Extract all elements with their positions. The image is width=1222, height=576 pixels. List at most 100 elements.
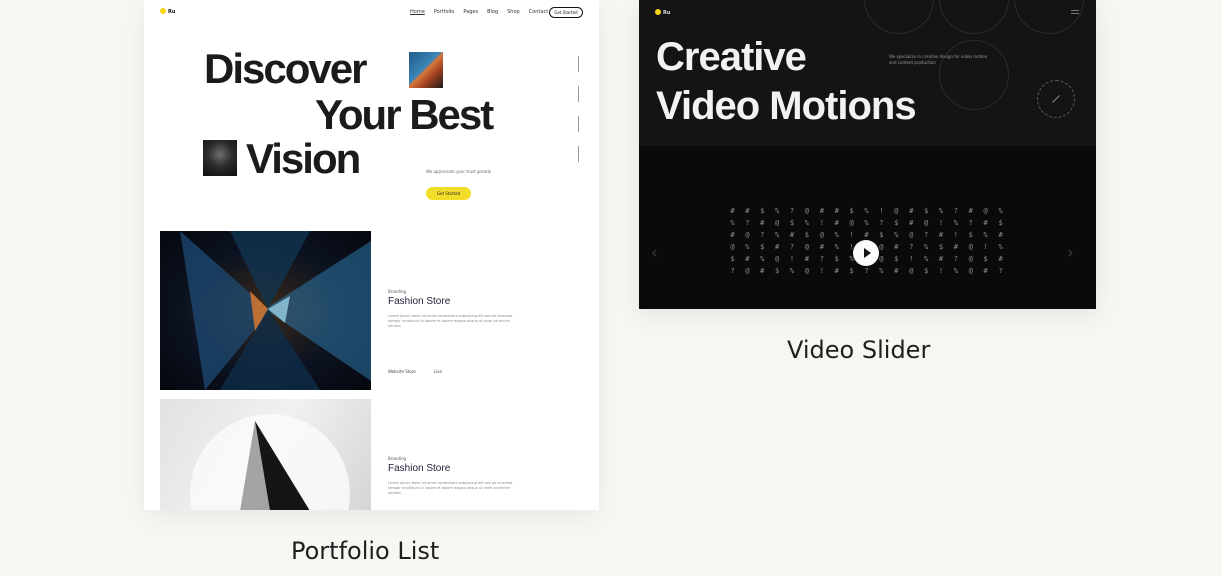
project-image-abstract[interactable] bbox=[160, 231, 371, 390]
glyph-cell: $ bbox=[968, 231, 973, 239]
video-description: We specialize in creative design for vid… bbox=[889, 54, 988, 65]
glyph-cell: $ bbox=[760, 243, 765, 251]
glyph-cell: # bbox=[819, 207, 824, 215]
portfolio-nav: Home Portfolio Pages Blog Shop Contact bbox=[410, 9, 548, 15]
glyph-cell: @ bbox=[804, 243, 810, 251]
decorative-circle bbox=[939, 0, 1009, 34]
glyph-cell: @ bbox=[804, 207, 810, 215]
nav-item-contact[interactable]: Contact bbox=[529, 9, 548, 15]
rotating-badge-icon[interactable] bbox=[1037, 80, 1075, 118]
video-slider-card[interactable]: Ru Creative Video Motions We specialize … bbox=[639, 0, 1096, 309]
glyph-cell: ! bbox=[909, 255, 914, 263]
glyph-cell: @ bbox=[909, 231, 914, 239]
glyph-cell: ! bbox=[819, 267, 824, 275]
nav-item-home[interactable]: Home bbox=[410, 9, 425, 15]
glyph-cell: # bbox=[789, 231, 795, 239]
glyph-cell: @ bbox=[909, 267, 914, 275]
project-category: Branding bbox=[388, 289, 407, 294]
project-title[interactable]: Fashion Store bbox=[388, 463, 450, 474]
glyph-cell: % bbox=[998, 207, 1003, 215]
glyph-cell: $ bbox=[879, 231, 884, 239]
glyph-cell: # bbox=[819, 243, 824, 251]
portfolio-list-caption[interactable]: Portfolio List bbox=[291, 537, 439, 565]
glyph-cell: ! bbox=[849, 231, 854, 239]
glyph-cell: % bbox=[730, 219, 735, 227]
nav-item-pages[interactable]: Pages bbox=[463, 9, 478, 15]
glyph-cell: $ bbox=[760, 207, 765, 215]
glyph-cell: % bbox=[804, 219, 810, 227]
hero-heading-line-1: Discover bbox=[204, 45, 367, 92]
menu-icon[interactable] bbox=[1071, 10, 1079, 16]
glyph-cell: % bbox=[789, 267, 795, 275]
glyph-cell: $ bbox=[998, 219, 1003, 227]
glyph-cell: ! bbox=[879, 207, 884, 215]
glyph-cell: % bbox=[760, 255, 765, 263]
project-title[interactable]: Fashion Store bbox=[388, 296, 450, 307]
decorative-circle bbox=[864, 0, 934, 34]
nav-item-blog[interactable]: Blog bbox=[487, 9, 498, 15]
glyph-cell: # bbox=[834, 267, 839, 275]
glyph-cell: $ bbox=[923, 207, 929, 215]
decorative-circle bbox=[939, 40, 1009, 110]
video-heading-line-2: Video Motions bbox=[656, 84, 917, 128]
chevron-left-icon[interactable]: ‹ bbox=[651, 243, 658, 263]
glyph-cell: @ bbox=[983, 207, 988, 215]
glyph-cell: ! bbox=[983, 243, 988, 251]
glyph-cell: @ bbox=[804, 267, 810, 275]
glyph-cell: # bbox=[760, 219, 765, 227]
glyph-cell: % bbox=[864, 219, 869, 227]
glyph-cell: @ bbox=[775, 255, 780, 263]
glyph-cell: @ bbox=[775, 219, 780, 227]
side-scroll-indicator bbox=[578, 56, 579, 176]
glyph-cell: @ bbox=[923, 219, 929, 227]
glyph-cell: @ bbox=[968, 255, 973, 263]
logo-dot-icon bbox=[160, 8, 166, 14]
glyph-cell: ? bbox=[998, 267, 1003, 275]
glyph-cell: # bbox=[909, 219, 914, 227]
project-link-store[interactable]: Website Store bbox=[388, 369, 416, 374]
glyph-cell: % bbox=[775, 231, 780, 239]
project-description: Lorem ipsum dolor sit amet consectetur a… bbox=[388, 314, 513, 328]
glyph-cell: @ bbox=[730, 243, 735, 251]
glyph-cell: % bbox=[879, 267, 884, 275]
chevron-right-icon[interactable]: › bbox=[1067, 243, 1074, 263]
glyph-cell: $ bbox=[730, 255, 735, 263]
glyph-cell: $ bbox=[789, 219, 795, 227]
glyph-cell: # bbox=[938, 231, 944, 239]
glyph-cell: # bbox=[745, 207, 750, 215]
video-slider-caption[interactable]: Video Slider bbox=[787, 336, 930, 364]
geometric-art-graphic bbox=[190, 414, 350, 510]
glyph-cell: # bbox=[745, 255, 750, 263]
project-link-live[interactable]: Live bbox=[434, 369, 442, 374]
glyph-cell: % bbox=[983, 231, 988, 239]
glyph-cell: $ bbox=[804, 231, 810, 239]
glyph-cell: % bbox=[923, 255, 929, 263]
glyph-cell: ! bbox=[953, 231, 958, 239]
glyph-cell: @ bbox=[819, 231, 824, 239]
glyph-cell: # bbox=[998, 231, 1003, 239]
glyph-cell: $ bbox=[834, 255, 839, 263]
glyph-cell: $ bbox=[923, 267, 929, 275]
abstract-art-graphic bbox=[180, 231, 371, 390]
hero-cta-button[interactable]: Get Started bbox=[426, 187, 471, 200]
play-button[interactable] bbox=[853, 240, 879, 266]
glyph-cell: @ bbox=[968, 267, 973, 275]
glyph-cell: ! bbox=[938, 267, 944, 275]
glyph-cell: # bbox=[834, 207, 839, 215]
glyph-cell: ? bbox=[760, 231, 765, 239]
portfolio-list-card[interactable]: Ru Home Portfolio Pages Blog Shop Contac… bbox=[144, 0, 599, 510]
nav-item-shop[interactable]: Shop bbox=[507, 9, 520, 15]
glyph-cell: ? bbox=[923, 231, 929, 239]
glyph-cell: % bbox=[864, 207, 869, 215]
glyph-cell: ! bbox=[819, 219, 824, 227]
nav-item-portfolio[interactable]: Portfolio bbox=[434, 9, 455, 15]
glyph-cell: $ bbox=[849, 267, 854, 275]
hero-thumbnail-image bbox=[203, 140, 237, 176]
project-image-geometric[interactable] bbox=[160, 399, 371, 510]
glyph-cell: ? bbox=[819, 255, 824, 263]
glyph-cell: % bbox=[745, 243, 750, 251]
glyph-cell: # bbox=[894, 243, 899, 251]
glyph-cell: # bbox=[983, 267, 988, 275]
header-cta-button[interactable]: Get Started bbox=[549, 7, 583, 18]
glyph-cell: % bbox=[953, 219, 958, 227]
